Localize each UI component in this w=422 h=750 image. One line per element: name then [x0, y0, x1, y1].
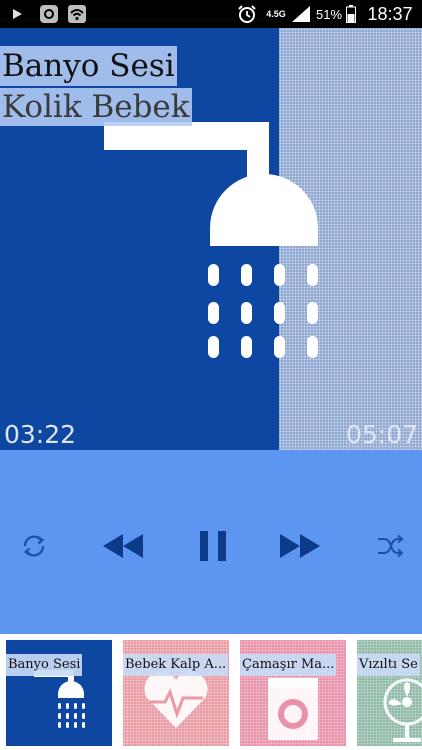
- battery-icon: [344, 0, 358, 28]
- network-type: 4.5G: [266, 8, 286, 19]
- wifi-icon: [66, 0, 88, 28]
- total-duration: 05:07: [345, 420, 418, 449]
- chat-icon: [38, 0, 60, 28]
- playlist-item-label: Bebek Kalp A...: [123, 654, 229, 676]
- shuffle-button[interactable]: [366, 522, 414, 570]
- rewind-button[interactable]: [99, 522, 147, 570]
- playback-controls: [0, 450, 422, 634]
- pause-icon: [200, 531, 226, 561]
- music-player-screen: 4.5G 51% 18:37 Banyo Sesi Kolik Bebek 03…: [0, 0, 422, 750]
- clock: 18:37: [367, 3, 413, 24]
- alarm-icon: [236, 0, 258, 28]
- playlist-strip: Banyo Sesi Bebek Kalp A... Çamaşır Ma...: [0, 634, 422, 750]
- playlist-item-label: Banyo Sesi: [6, 654, 83, 676]
- playlist-item[interactable]: Banyo Sesi: [6, 640, 112, 746]
- repeat-icon: [23, 535, 45, 557]
- elapsed-time: 03:22: [4, 420, 77, 449]
- status-bar: 4.5G 51% 18:37: [0, 0, 422, 28]
- signal-icon: [290, 0, 312, 28]
- playlist-item[interactable]: Vızıltı Se: [357, 640, 422, 746]
- rewind-icon: [103, 534, 143, 558]
- now-playing-artwork[interactable]: Banyo Sesi Kolik Bebek 03:22 05:07: [0, 28, 422, 450]
- playlist-item-label: Çamaşır Ma...: [240, 654, 337, 676]
- track-subtitle: Kolik Bebek: [0, 88, 192, 126]
- play-icon: [8, 0, 26, 28]
- fast-forward-icon: [280, 534, 320, 558]
- repeat-button[interactable]: [10, 522, 58, 570]
- playlist-item[interactable]: Bebek Kalp A...: [123, 640, 229, 746]
- pause-button[interactable]: [189, 522, 237, 570]
- fast-forward-button[interactable]: [276, 522, 324, 570]
- track-title: Banyo Sesi: [0, 46, 177, 86]
- playlist-item-label: Vızıltı Se: [357, 654, 420, 676]
- playlist-item[interactable]: Çamaşır Ma...: [240, 640, 346, 746]
- battery-percent: 51%: [315, 6, 343, 22]
- shuffle-icon: [378, 534, 404, 558]
